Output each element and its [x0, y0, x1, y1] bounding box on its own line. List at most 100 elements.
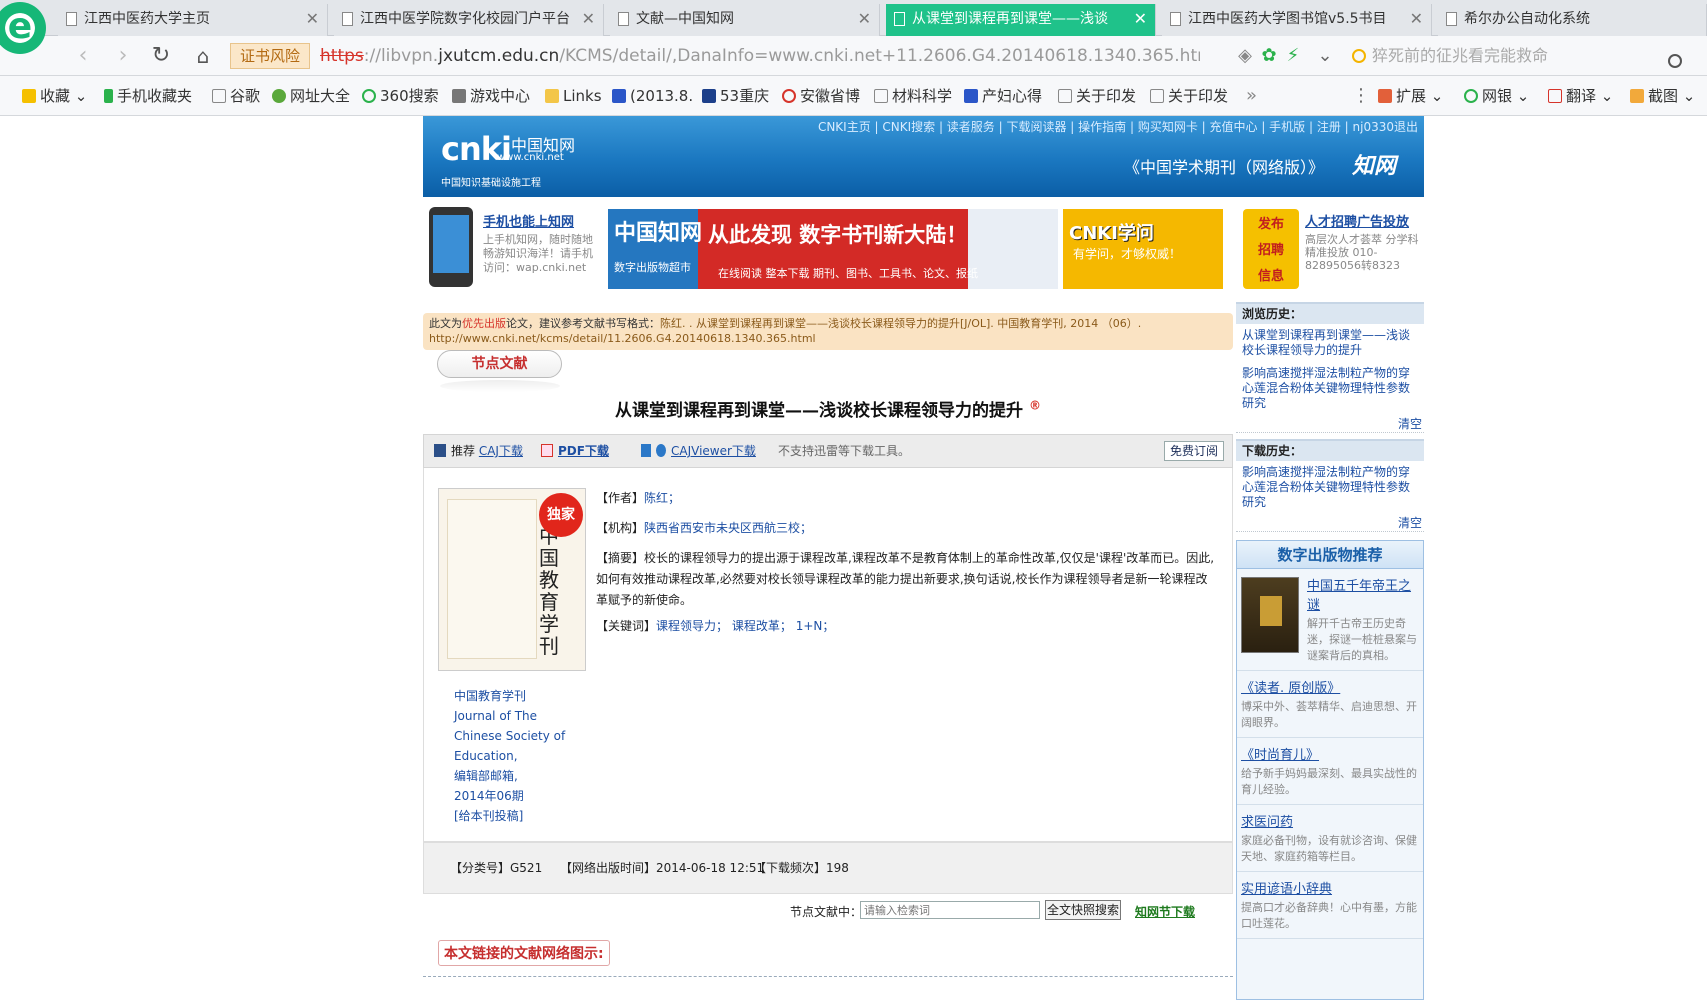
bookmark-mobile[interactable]: 手机收藏夹	[104, 76, 192, 116]
bookmark-maternity[interactable]: 产妇心得	[964, 76, 1042, 116]
certificate-warning[interactable]: 证书风险	[230, 43, 310, 69]
cnki-logo[interactable]: cnki 中国知网 www.cnki.net 中国知识基础设施工程	[441, 130, 581, 189]
close-icon[interactable]: ✕	[1410, 4, 1423, 34]
pub-title[interactable]: 中国五千年帝王之谜	[1307, 575, 1419, 613]
keyword-link[interactable]: 1+N；	[796, 619, 835, 633]
viewer-download-link[interactable]: CAJViewer下载	[671, 444, 756, 458]
back-icon[interactable]: ‹	[70, 42, 96, 70]
org-link[interactable]: 陕西省西安市未央区西航三校；	[644, 521, 812, 535]
node-download-link[interactable]: 知网节下载	[1135, 903, 1195, 920]
pub-title[interactable]: 求医问药	[1241, 811, 1419, 830]
tab-current-article[interactable]: 从课堂到课程再到课堂——浅谈 ✕	[886, 4, 1156, 36]
search-input[interactable]: 猝死前的征兆看完能救命	[1352, 43, 1692, 69]
bookmark-links[interactable]: Links	[545, 76, 602, 116]
cnki-top-links[interactable]: CNKI主页 | CNKI搜索 | 读者服务 | 下载阅读器 | 操作指南 | …	[818, 118, 1418, 135]
viewer-download[interactable]: CAJViewer下载	[641, 435, 756, 467]
bookmark-53cq[interactable]: 53重庆	[702, 76, 769, 116]
pub-desc: 解开千古帝王历史奇迷，探谜一桩桩悬案与谜案背后的真相。	[1307, 617, 1417, 662]
refresh-green-icon[interactable]: ✿	[1256, 42, 1282, 70]
tab-cnki[interactable]: 文献—中国知网 ✕	[610, 4, 880, 36]
editor-email-link[interactable]: 编辑部邮箱,	[454, 766, 565, 786]
tool-banking[interactable]: 网银 ⌄	[1464, 76, 1529, 116]
bookmark-anhui[interactable]: 安徽省博	[782, 76, 860, 116]
keyword-link[interactable]: 课程改革；	[732, 619, 792, 633]
subscribe-button[interactable]: 免费订阅	[1163, 441, 1224, 461]
journal-name-link[interactable]: 中国教育学刊	[454, 686, 565, 706]
journal-en-1[interactable]: Journal of The	[454, 706, 565, 726]
forward-icon[interactable]: ›	[110, 42, 136, 70]
digital-publication-ad[interactable]: 中国知网 数字出版物超市 从此发现 数字书刊新大陆！ 在线阅读 整本下载 期刊、…	[608, 209, 1058, 289]
tab-digital-campus[interactable]: 江西中医学院数字化校园门户平台 ✕	[334, 4, 604, 36]
close-icon[interactable]: ✕	[1134, 4, 1147, 34]
issue-link[interactable]: 2014年06期	[454, 786, 565, 806]
pub-cover-image[interactable]	[1241, 577, 1299, 653]
tool-translate[interactable]: 翻译 ⌄	[1548, 76, 1613, 116]
star-icon	[22, 89, 36, 103]
download-history-link[interactable]: 影响高速搅拌湿法制粒产物的穿心莲混合粉体关键物理特性参数研究	[1236, 461, 1424, 514]
bookmark-2013[interactable]: (2013.8.	[612, 76, 693, 116]
recruit-ad-title[interactable]: 人才招聘广告投放	[1305, 211, 1409, 230]
bookmark-materials[interactable]: 材料科学	[874, 76, 952, 116]
lightning-icon[interactable]: ⚡	[1280, 42, 1306, 70]
close-icon[interactable]: ✕	[306, 4, 319, 34]
pub-title[interactable]: 实用谚语小辞典	[1241, 878, 1419, 897]
pub-item[interactable]: 实用谚语小辞典 提高口才必备辞典！心中有墨，方能口吐莲花。	[1237, 872, 1423, 939]
journal-cover-image[interactable]: 中国教育学刊 独家	[438, 488, 586, 671]
pub-item[interactable]: 《读者. 原创版》 博采中外、荟萃精华、启迪思想、开阔眼界。	[1237, 671, 1423, 738]
divider	[423, 976, 1233, 977]
caj-download-link[interactable]: CAJ下载	[479, 444, 523, 458]
caj-download[interactable]: 推荐 CAJ下载	[434, 435, 523, 467]
pub-title[interactable]: 《时尚育儿》	[1241, 744, 1419, 763]
home-icon[interactable]: ⌂	[190, 42, 216, 70]
mobile-ad-title[interactable]: 手机也能上知网	[483, 211, 574, 230]
pub-title[interactable]: 《读者. 原创版》	[1241, 677, 1419, 696]
node-search-bar: 节点文献中： 全文快照搜索 知网节下载	[423, 894, 1233, 928]
tab-jxutcm-home[interactable]: 江西中医药大学主页 ✕	[58, 4, 328, 36]
menu-dots-icon[interactable]: ⋮	[1352, 76, 1370, 116]
recruit-badge[interactable]: 发布 招聘 信息	[1243, 209, 1299, 289]
abstract-label: 【摘要】	[596, 551, 645, 565]
chevron-down-icon[interactable]: ⌄	[1312, 42, 1338, 70]
pdf-download[interactable]: PDF下载	[541, 435, 609, 467]
bookmark-more-icon[interactable]: »	[1246, 76, 1257, 116]
journal-en-3[interactable]: Education,	[454, 746, 565, 766]
xuewen-ad-sub: 有学问，才够权威！	[1073, 247, 1182, 261]
clear-download-history[interactable]: 清空	[1236, 514, 1424, 532]
submit-link[interactable]: [给本刊投稿]	[454, 806, 565, 826]
pdf-download-link[interactable]: PDF下载	[558, 444, 609, 458]
search-icon[interactable]	[1668, 54, 1682, 68]
bookmark-google[interactable]: 谷歌	[212, 76, 260, 116]
browser-logo-icon[interactable]: e	[0, 2, 46, 54]
journal-en-2[interactable]: Chinese Society of	[454, 726, 565, 746]
pub-item[interactable]: 中国五千年帝王之谜 解开千古帝王历史奇迷，探谜一桩桩悬案与谜案背后的真相。	[1237, 569, 1423, 671]
bookmark-sites[interactable]: 网址大全	[272, 76, 350, 116]
author-link[interactable]: 陈红；	[644, 491, 680, 505]
url-field[interactable]: https://libvpn.jxutcm.edu.cn/KCMS/detail…	[320, 43, 1200, 69]
bookmark-notice-2[interactable]: 关于印发	[1150, 76, 1228, 116]
tab-library[interactable]: 江西中医药大学图书馆v5.5书目 ✕	[1162, 4, 1432, 36]
bookmark-360[interactable]: 360搜索	[362, 76, 439, 116]
close-icon[interactable]: ✕	[582, 4, 595, 34]
tool-extensions[interactable]: 扩展 ⌄	[1378, 76, 1443, 116]
bookmark-notice-1[interactable]: 关于印发	[1058, 76, 1136, 116]
keyword-link[interactable]: 课程领导力；	[656, 619, 728, 633]
reload-icon[interactable]: ↻	[148, 42, 174, 70]
tool-screenshot[interactable]: 截图 ⌄	[1630, 76, 1695, 116]
bookmark-favorites[interactable]: 收藏 ⌄	[22, 76, 87, 116]
shield-icon[interactable]: ◈	[1232, 42, 1258, 70]
cnki-xuewen-ad[interactable]: CNKI学问 有学问，才够权威！	[1063, 209, 1223, 289]
node-document-label: 节点文献	[437, 350, 562, 378]
bookmark-games[interactable]: 游戏中心	[452, 76, 530, 116]
tab-office[interactable]: 希尔办公自动化系统	[1438, 4, 1707, 36]
history-link[interactable]: 从课堂到课程再到课堂——浅谈校长课程领导力的提升	[1236, 324, 1424, 362]
node-search-input[interactable]	[860, 901, 1040, 919]
close-icon[interactable]: ✕	[858, 4, 871, 34]
clear-browse-history[interactable]: 清空	[1236, 415, 1424, 433]
fulltext-search-button[interactable]: 全文快照搜索	[1045, 900, 1121, 920]
page-icon	[342, 12, 353, 26]
history-link[interactable]: 影响高速搅拌湿法制粒产物的穿心莲混合粉体关键物理特性参数研究	[1236, 362, 1424, 415]
bookmark-label: 谷歌	[230, 87, 261, 105]
pub-item[interactable]: 求医问药 家庭必备刊物，设有就诊咨询、保健天地、家庭药箱等栏目。	[1237, 805, 1423, 872]
pub-item[interactable]: 《时尚育儿》 给予新手妈妈最深刻、最具实战性的育儿经验。	[1237, 738, 1423, 805]
citation-url[interactable]: http://www.cnki.net/kcms/detail/11.2606.…	[429, 332, 816, 345]
